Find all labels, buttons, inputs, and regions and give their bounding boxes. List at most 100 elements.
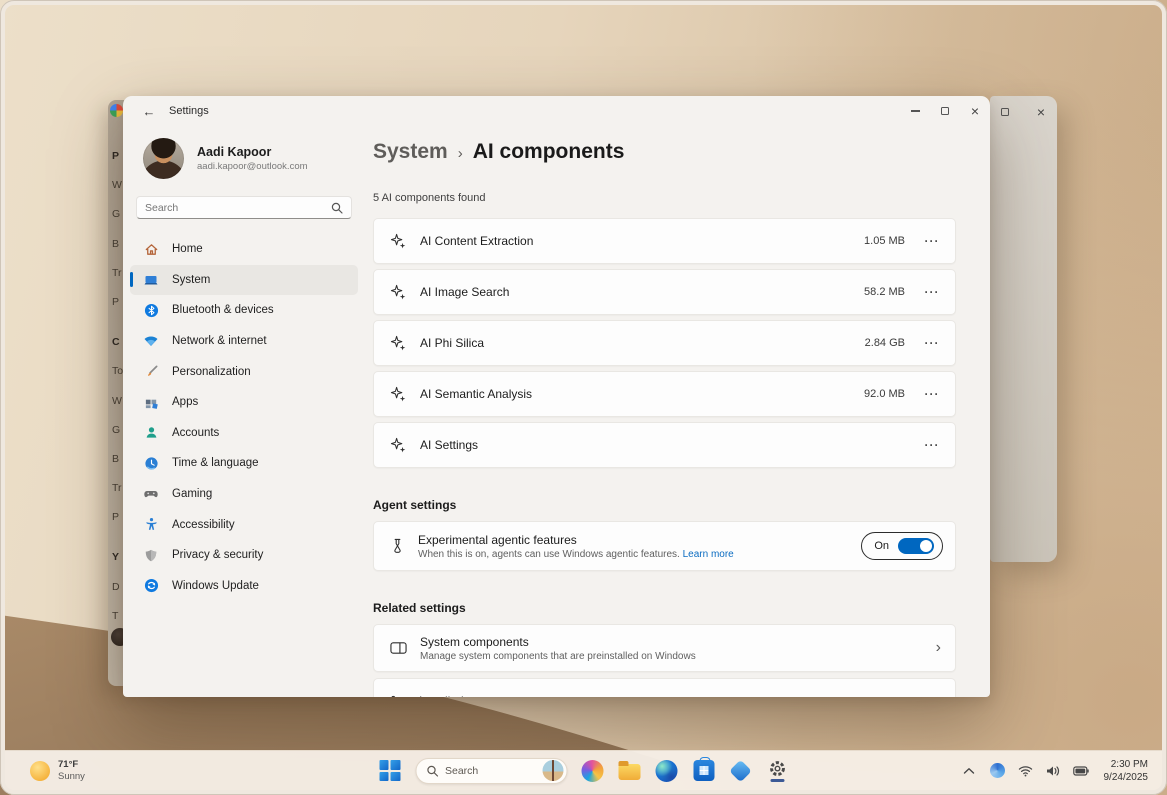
system-components-description: Manage system components that are preins…	[420, 651, 696, 662]
sidebar-item-apps[interactable]: Apps	[130, 387, 358, 418]
sidebar-item-accessibility[interactable]: Accessibility	[130, 509, 358, 540]
accessibility-icon	[143, 517, 159, 533]
installed-apps-title: Installed apps	[419, 694, 493, 697]
sidebar-item-windows-update[interactable]: Windows Update	[130, 571, 358, 602]
sidebar-item-label: Accounts	[172, 427, 219, 439]
more-options-button[interactable]: ···	[921, 438, 943, 452]
maximize-button[interactable]	[930, 99, 960, 123]
sidebar-item-privacy-security[interactable]: Privacy & security	[130, 540, 358, 571]
learn-more-link[interactable]: Learn more	[683, 549, 734, 560]
chrome-icon	[110, 104, 123, 117]
tray-time: 2:30 PM	[1111, 758, 1148, 771]
back-button[interactable]: ←	[137, 101, 161, 121]
taskbar-search[interactable]: Search	[415, 758, 567, 784]
breadcrumb-parent[interactable]: System	[373, 140, 448, 164]
more-options-button[interactable]: ···	[921, 336, 943, 350]
edge-browser-icon[interactable]	[655, 759, 678, 782]
sidebar-item-label: Bluetooth & devices	[172, 304, 274, 316]
sidebar-item-time-language[interactable]: Time & language	[130, 448, 358, 479]
ai-component-row[interactable]: AI Image Search 58.2 MB ···	[373, 269, 956, 315]
taskbar: 71°F Sunny Search	[5, 750, 1162, 790]
network-icon	[143, 333, 159, 349]
ai-component-row[interactable]: AI Content Extraction 1.05 MB ···	[373, 218, 956, 264]
chevron-right-icon: ›	[936, 640, 941, 656]
battery-icon[interactable]	[1073, 762, 1090, 779]
privacy-icon	[143, 547, 159, 563]
background-window-sidebar: P W G B Tr P C To W G B Tr	[108, 131, 124, 631]
chevron-right-icon: ›	[936, 694, 941, 697]
system-components-icon	[390, 641, 407, 655]
windows-update-icon	[143, 578, 159, 594]
settings-taskbar-icon[interactable]	[766, 759, 789, 782]
toggle-state-label: On	[874, 540, 889, 552]
weather-widget[interactable]: 71°F Sunny	[30, 759, 85, 783]
sidebar-item-bluetooth-devices[interactable]: Bluetooth & devices	[130, 295, 358, 326]
sidebar-item-label: Privacy & security	[172, 549, 263, 561]
ai-component-row[interactable]: AI Semantic Analysis 92.0 MB ···	[373, 371, 956, 417]
ai-sparkle-icon	[390, 284, 407, 301]
more-options-button[interactable]: ···	[921, 234, 943, 248]
sidebar-item-label: Time & language	[172, 457, 259, 469]
bluetooth-icon	[143, 302, 159, 318]
search-icon	[426, 765, 438, 777]
start-button[interactable]	[378, 759, 401, 782]
user-name: Aadi Kapoor	[197, 145, 308, 159]
system-components-row[interactable]: System components Manage system componen…	[373, 624, 956, 672]
sidebar-item-gaming[interactable]: Gaming	[130, 479, 358, 510]
ai-components-list: AI Content Extraction 1.05 MB ··· AI Ima…	[373, 218, 956, 468]
ai-component-name: AI Semantic Analysis	[420, 387, 532, 401]
tray-app-icon[interactable]	[989, 762, 1006, 779]
settings-search-box[interactable]	[136, 196, 352, 219]
ai-component-row[interactable]: AI Settings ···	[373, 422, 956, 468]
copilot-taskbar-icon[interactable]	[581, 759, 604, 782]
breadcrumb: System › AI components	[373, 140, 990, 164]
taskbar-clock[interactable]: 2:30 PM 9/24/2025	[1104, 758, 1149, 784]
installed-apps-row[interactable]: Installed apps ›	[373, 678, 956, 697]
agentic-features-description: When this is on, agents can use Windows …	[418, 549, 680, 560]
more-options-button[interactable]: ···	[921, 285, 943, 299]
sidebar-item-accounts[interactable]: Accounts	[130, 418, 358, 449]
close-button[interactable]: ×	[960, 99, 990, 123]
tray-date: 9/24/2025	[1104, 771, 1149, 784]
ai-sparkle-icon	[390, 437, 407, 454]
gaming-icon	[143, 486, 159, 502]
system-icon	[143, 272, 159, 288]
tray-chevron-up-icon[interactable]	[961, 762, 978, 779]
system-components-title: System components	[420, 635, 696, 649]
page-title: AI components	[473, 140, 625, 164]
file-explorer-icon[interactable]	[618, 759, 641, 782]
sidebar-item-label: Home	[172, 243, 203, 255]
home-icon	[143, 241, 159, 257]
installed-apps-icon	[390, 695, 406, 698]
ai-component-name: AI Settings	[420, 438, 478, 452]
ai-component-size: 92.0 MB	[864, 388, 905, 400]
ai-component-name: AI Content Extraction	[420, 234, 533, 248]
sidebar-item-home[interactable]: Home	[130, 234, 358, 265]
more-options-button[interactable]: ···	[921, 387, 943, 401]
personalization-icon	[143, 364, 159, 380]
sidebar-item-label: System	[172, 274, 210, 286]
sidebar-item-system[interactable]: System	[130, 265, 358, 296]
wifi-icon[interactable]	[1017, 762, 1034, 779]
search-highlight-image[interactable]	[542, 760, 563, 781]
agentic-features-toggle[interactable]	[898, 538, 934, 554]
settings-window: ← Settings × Aadi Kapoor aadi.kapoor@out…	[123, 96, 990, 697]
background-close-button[interactable]: ×	[1034, 106, 1048, 118]
search-input[interactable]	[137, 202, 331, 214]
ai-sparkle-icon	[390, 233, 407, 250]
search-icon	[331, 202, 343, 214]
microsoft-store-icon[interactable]	[692, 759, 715, 782]
active-app-indicator	[771, 779, 785, 782]
blue-gem-app-icon[interactable]	[729, 759, 752, 782]
account-profile[interactable]: Aadi Kapoor aadi.kapoor@outlook.com	[143, 138, 365, 179]
ai-sparkle-icon	[390, 335, 407, 352]
minimize-button[interactable]	[900, 99, 930, 123]
ai-component-row[interactable]: AI Phi Silica 2.84 GB ···	[373, 320, 956, 366]
sidebar-item-personalization[interactable]: Personalization	[130, 356, 358, 387]
related-settings-header: Related settings	[373, 601, 956, 615]
volume-icon[interactable]	[1045, 762, 1062, 779]
sidebar-item-network-internet[interactable]: Network & internet	[130, 326, 358, 357]
background-window-left: P W G B Tr P C To W G B Tr	[108, 100, 124, 686]
weather-temperature: 71°F	[58, 759, 85, 771]
background-maximize-button[interactable]	[998, 106, 1012, 118]
